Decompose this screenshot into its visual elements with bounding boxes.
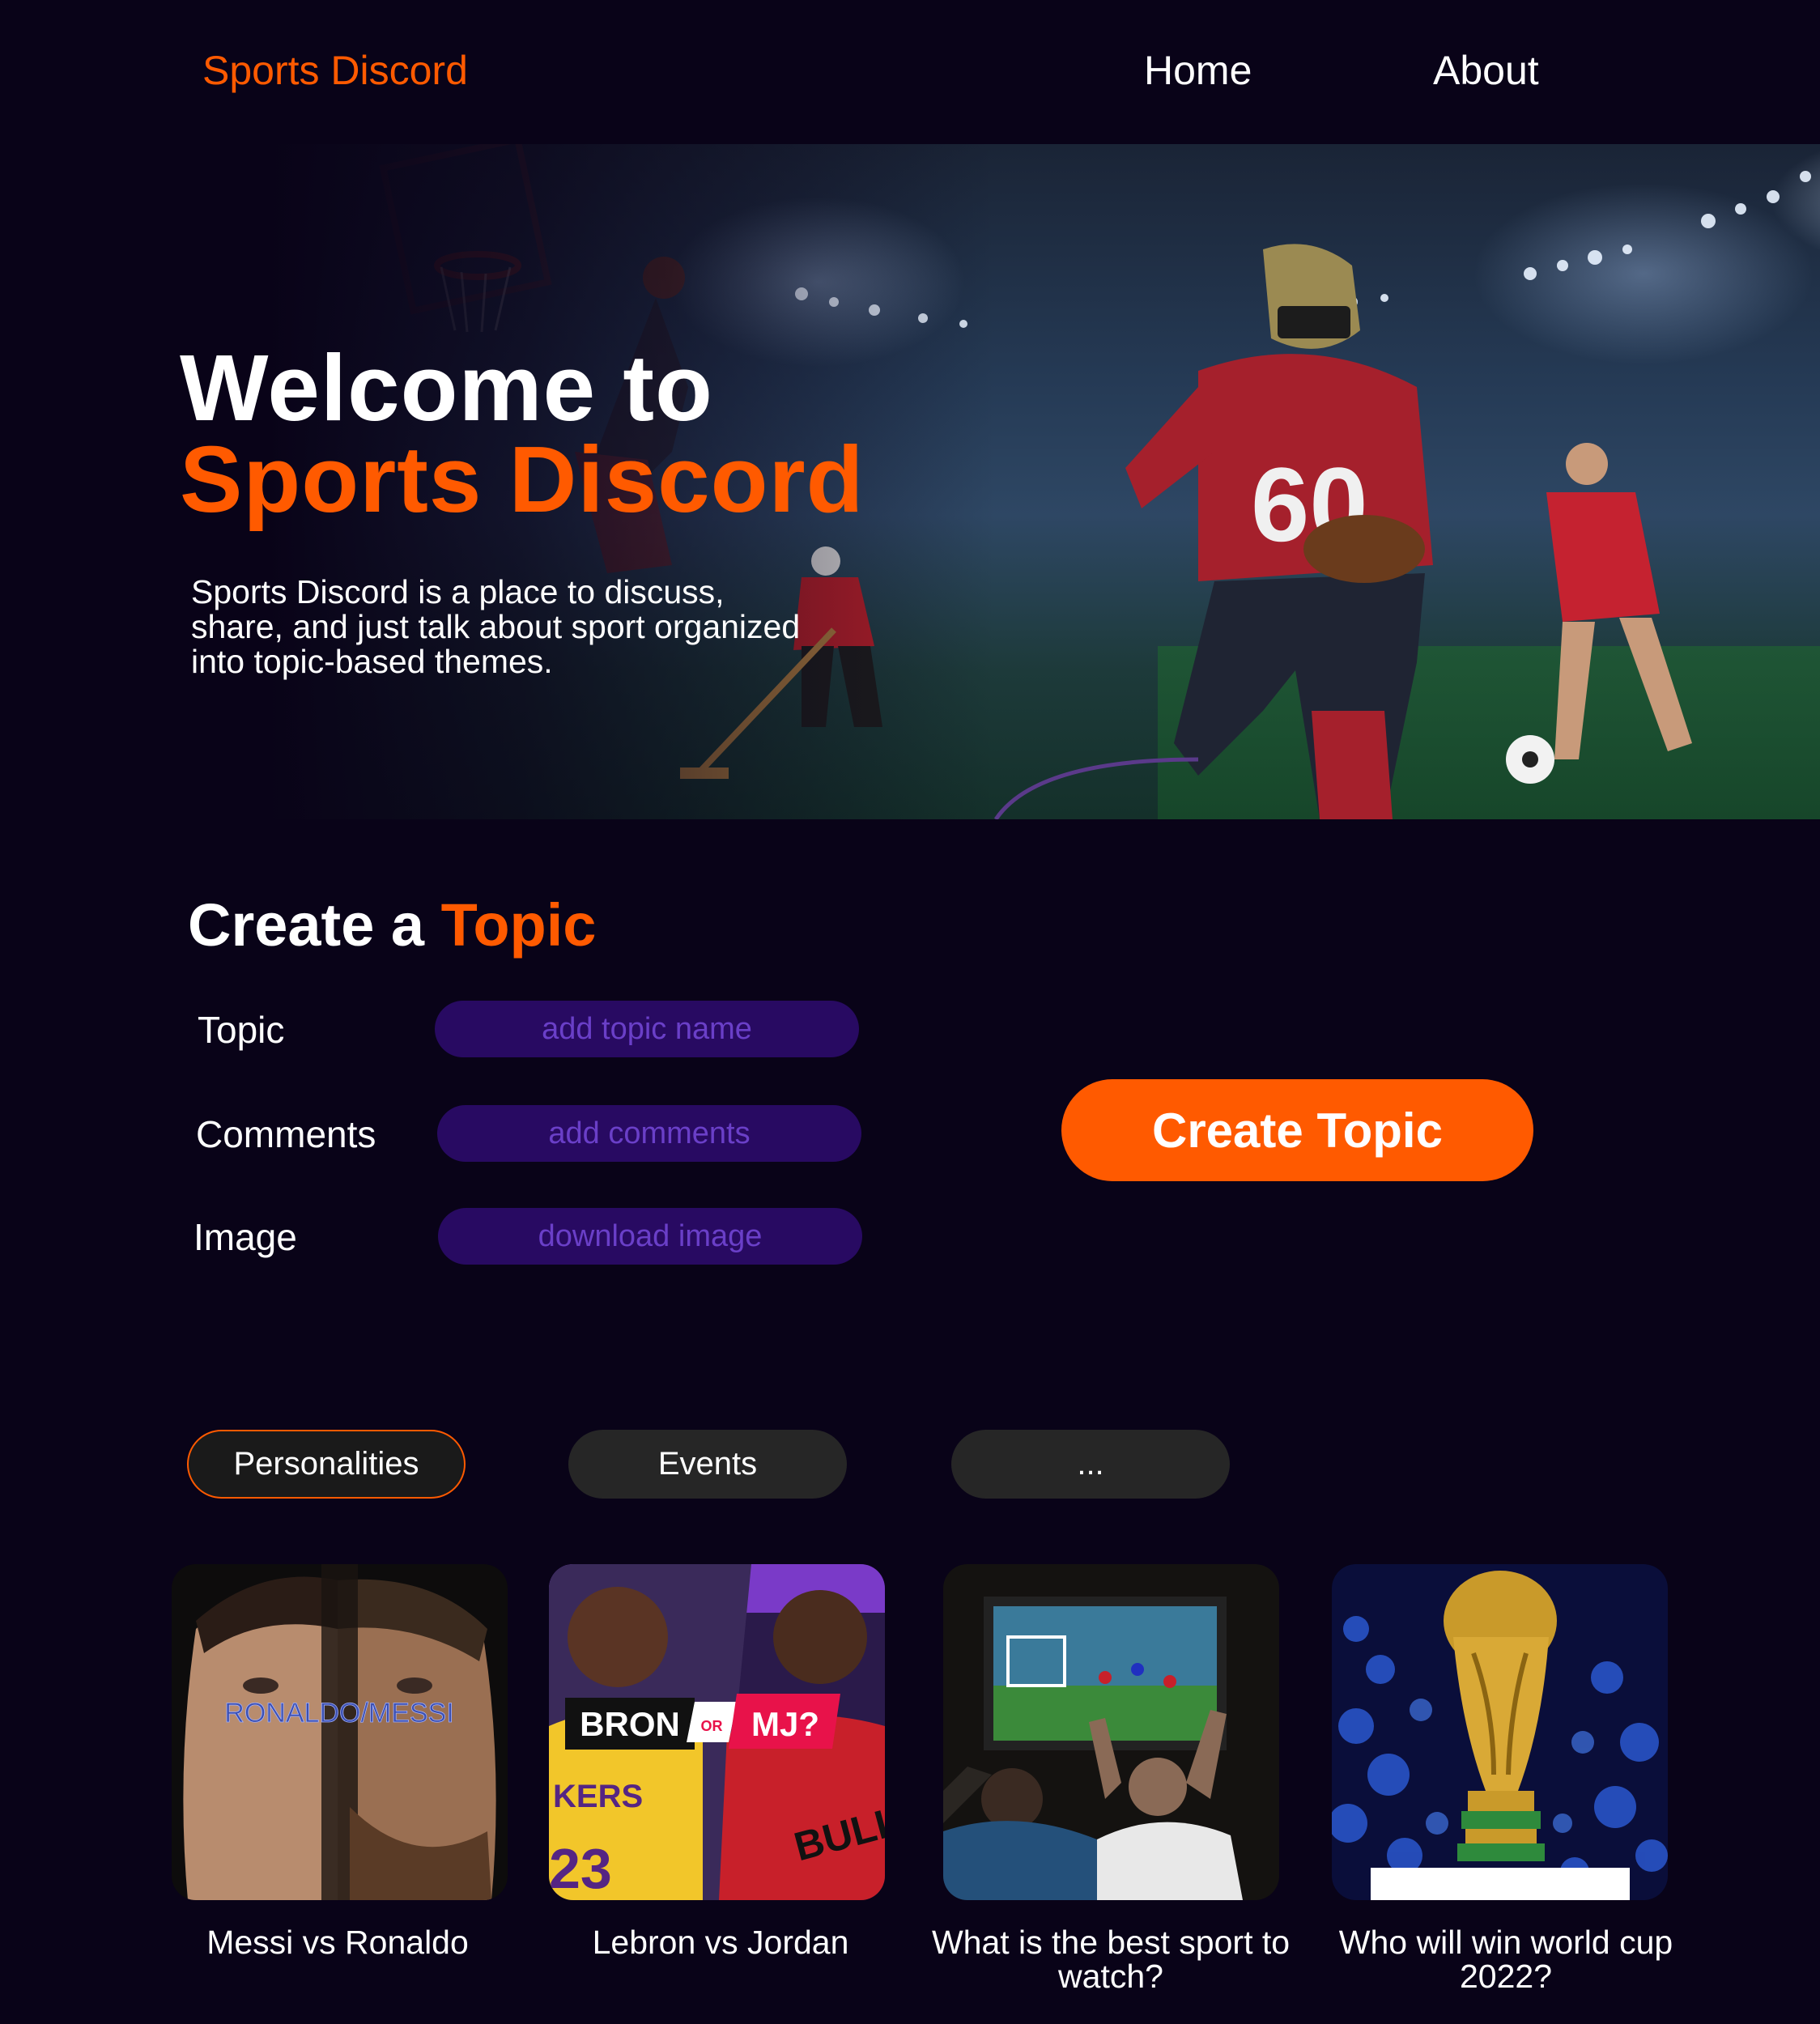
lebron-jordan-image-text-left: BRON bbox=[580, 1705, 680, 1743]
messi-ronaldo-image-text: RONALDO/MESSI bbox=[224, 1698, 453, 1728]
tab-more[interactable]: ... bbox=[951, 1430, 1230, 1499]
best-sport-image bbox=[943, 1564, 1279, 1900]
comments-label: Comments bbox=[196, 1113, 376, 1155]
world-cup-image bbox=[1332, 1564, 1668, 1900]
svg-text:KERS: KERS bbox=[553, 1779, 643, 1814]
lebron-jordan-image-text-mid: OR bbox=[701, 1718, 723, 1734]
topic-name-input[interactable] bbox=[435, 1001, 859, 1057]
tab-events[interactable]: Events bbox=[568, 1430, 847, 1499]
topic-card-caption: Who will win world cup 2022? bbox=[1338, 1924, 1673, 1995]
tab-personalities[interactable]: Personalities bbox=[187, 1430, 466, 1499]
create-topic-button[interactable]: Create Topic bbox=[1061, 1079, 1533, 1181]
hero-title-line2: Sports Discord bbox=[180, 427, 865, 532]
topic-card-world-cup[interactable] bbox=[1332, 1564, 1668, 1900]
create-topic-title-accent: Topic bbox=[440, 891, 597, 959]
topic-card-caption: Messi vs Ronaldo bbox=[206, 1924, 469, 1961]
svg-text:23: 23 bbox=[549, 1837, 612, 1900]
lebron-jordan-image: KERS 23 BULL BRON OR MJ? bbox=[549, 1564, 885, 1900]
create-topic-title-prefix: Create a bbox=[188, 891, 425, 959]
image-upload-input[interactable] bbox=[438, 1208, 862, 1265]
topic-card-best-sport[interactable] bbox=[943, 1564, 1279, 1900]
image-label: Image bbox=[193, 1216, 297, 1258]
nav-link-home[interactable]: Home bbox=[1144, 47, 1252, 94]
messi-ronaldo-image: RONALDO/MESSI bbox=[172, 1564, 508, 1900]
create-topic-title: Create a Topic bbox=[188, 891, 596, 959]
hero-description: Sports Discord is a place to discuss, sh… bbox=[191, 573, 801, 680]
topic-label: Topic bbox=[198, 1009, 285, 1051]
topic-card-caption: What is the best sport to watch? bbox=[931, 1924, 1291, 1995]
brand-logo-text[interactable]: Sports Discord bbox=[202, 47, 468, 94]
topic-card-messi-ronaldo[interactable]: RONALDO/MESSI bbox=[172, 1564, 508, 1900]
topic-card-caption: Lebron vs Jordan bbox=[592, 1924, 849, 1961]
lebron-jordan-image-text-right: MJ? bbox=[751, 1705, 819, 1743]
nav-link-about[interactable]: About bbox=[1433, 47, 1539, 94]
topic-card-lebron-jordan[interactable]: KERS 23 BULL BRON OR MJ? bbox=[549, 1564, 885, 1900]
comments-input[interactable] bbox=[437, 1105, 861, 1162]
